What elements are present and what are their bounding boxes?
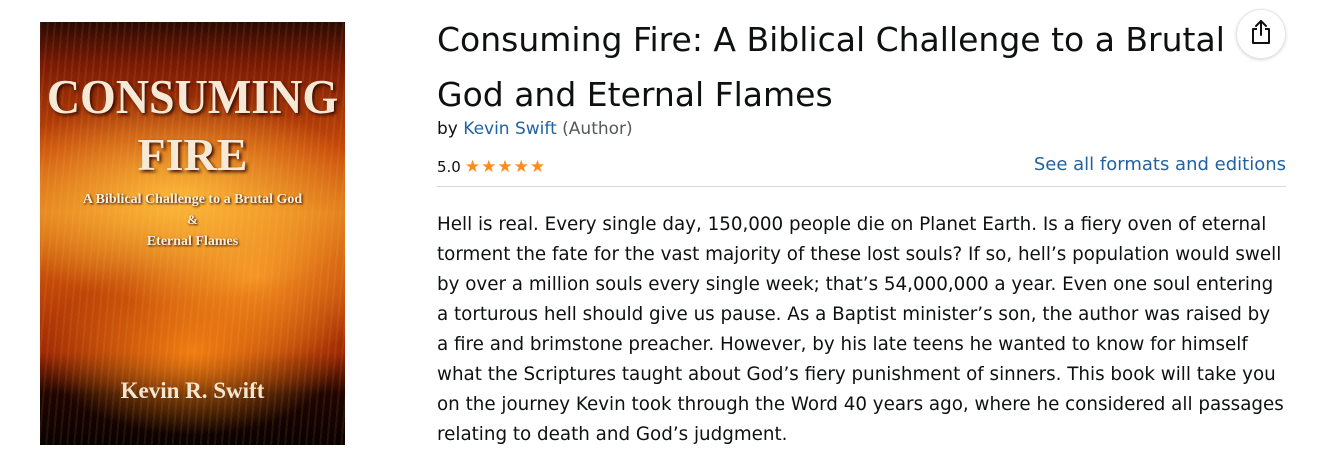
book-description: Hell is real. Every single day, 150,000 … [437,214,1284,445]
cover-subtitle-line1: A Biblical Challenge to a Brutal God [82,192,303,207]
star-icon: ★ [481,156,497,177]
cover-subtitle-line2: & [187,212,198,227]
rating-row[interactable]: 5.0 ★ ★ ★ ★ ★ [437,158,546,176]
cover-title-line2: FIRE [137,129,248,180]
product-title: Consuming Fire: A Biblical Challenge to … [437,20,1225,114]
byline: by Kevin Swift (Author) [437,119,633,139]
see-all-formats-link[interactable]: See all formats and editions [1034,154,1286,175]
share-button[interactable] [1236,9,1286,59]
rating-value: 5.0 [437,158,461,176]
star-icon: ★ [497,156,513,177]
byline-prefix: by [437,119,458,139]
divider [437,186,1286,187]
book-cover-image[interactable]: CONSUMING FIRE A Biblical Challenge to a… [40,22,345,445]
star-rating[interactable]: ★ ★ ★ ★ ★ [464,156,546,177]
cover-title-line1: CONSUMING [46,69,339,124]
description-fade [437,447,1287,463]
share-icon [1249,19,1273,49]
cover-author: Kevin R. Swift [120,378,265,403]
star-icon: ★ [464,156,481,177]
star-icon: ★ [513,156,529,177]
author-role: (Author) [562,119,633,139]
author-link[interactable]: Kevin Swift [463,119,557,139]
star-icon: ★ [529,156,546,177]
cover-subtitle-line3: Eternal Flames [146,234,239,249]
